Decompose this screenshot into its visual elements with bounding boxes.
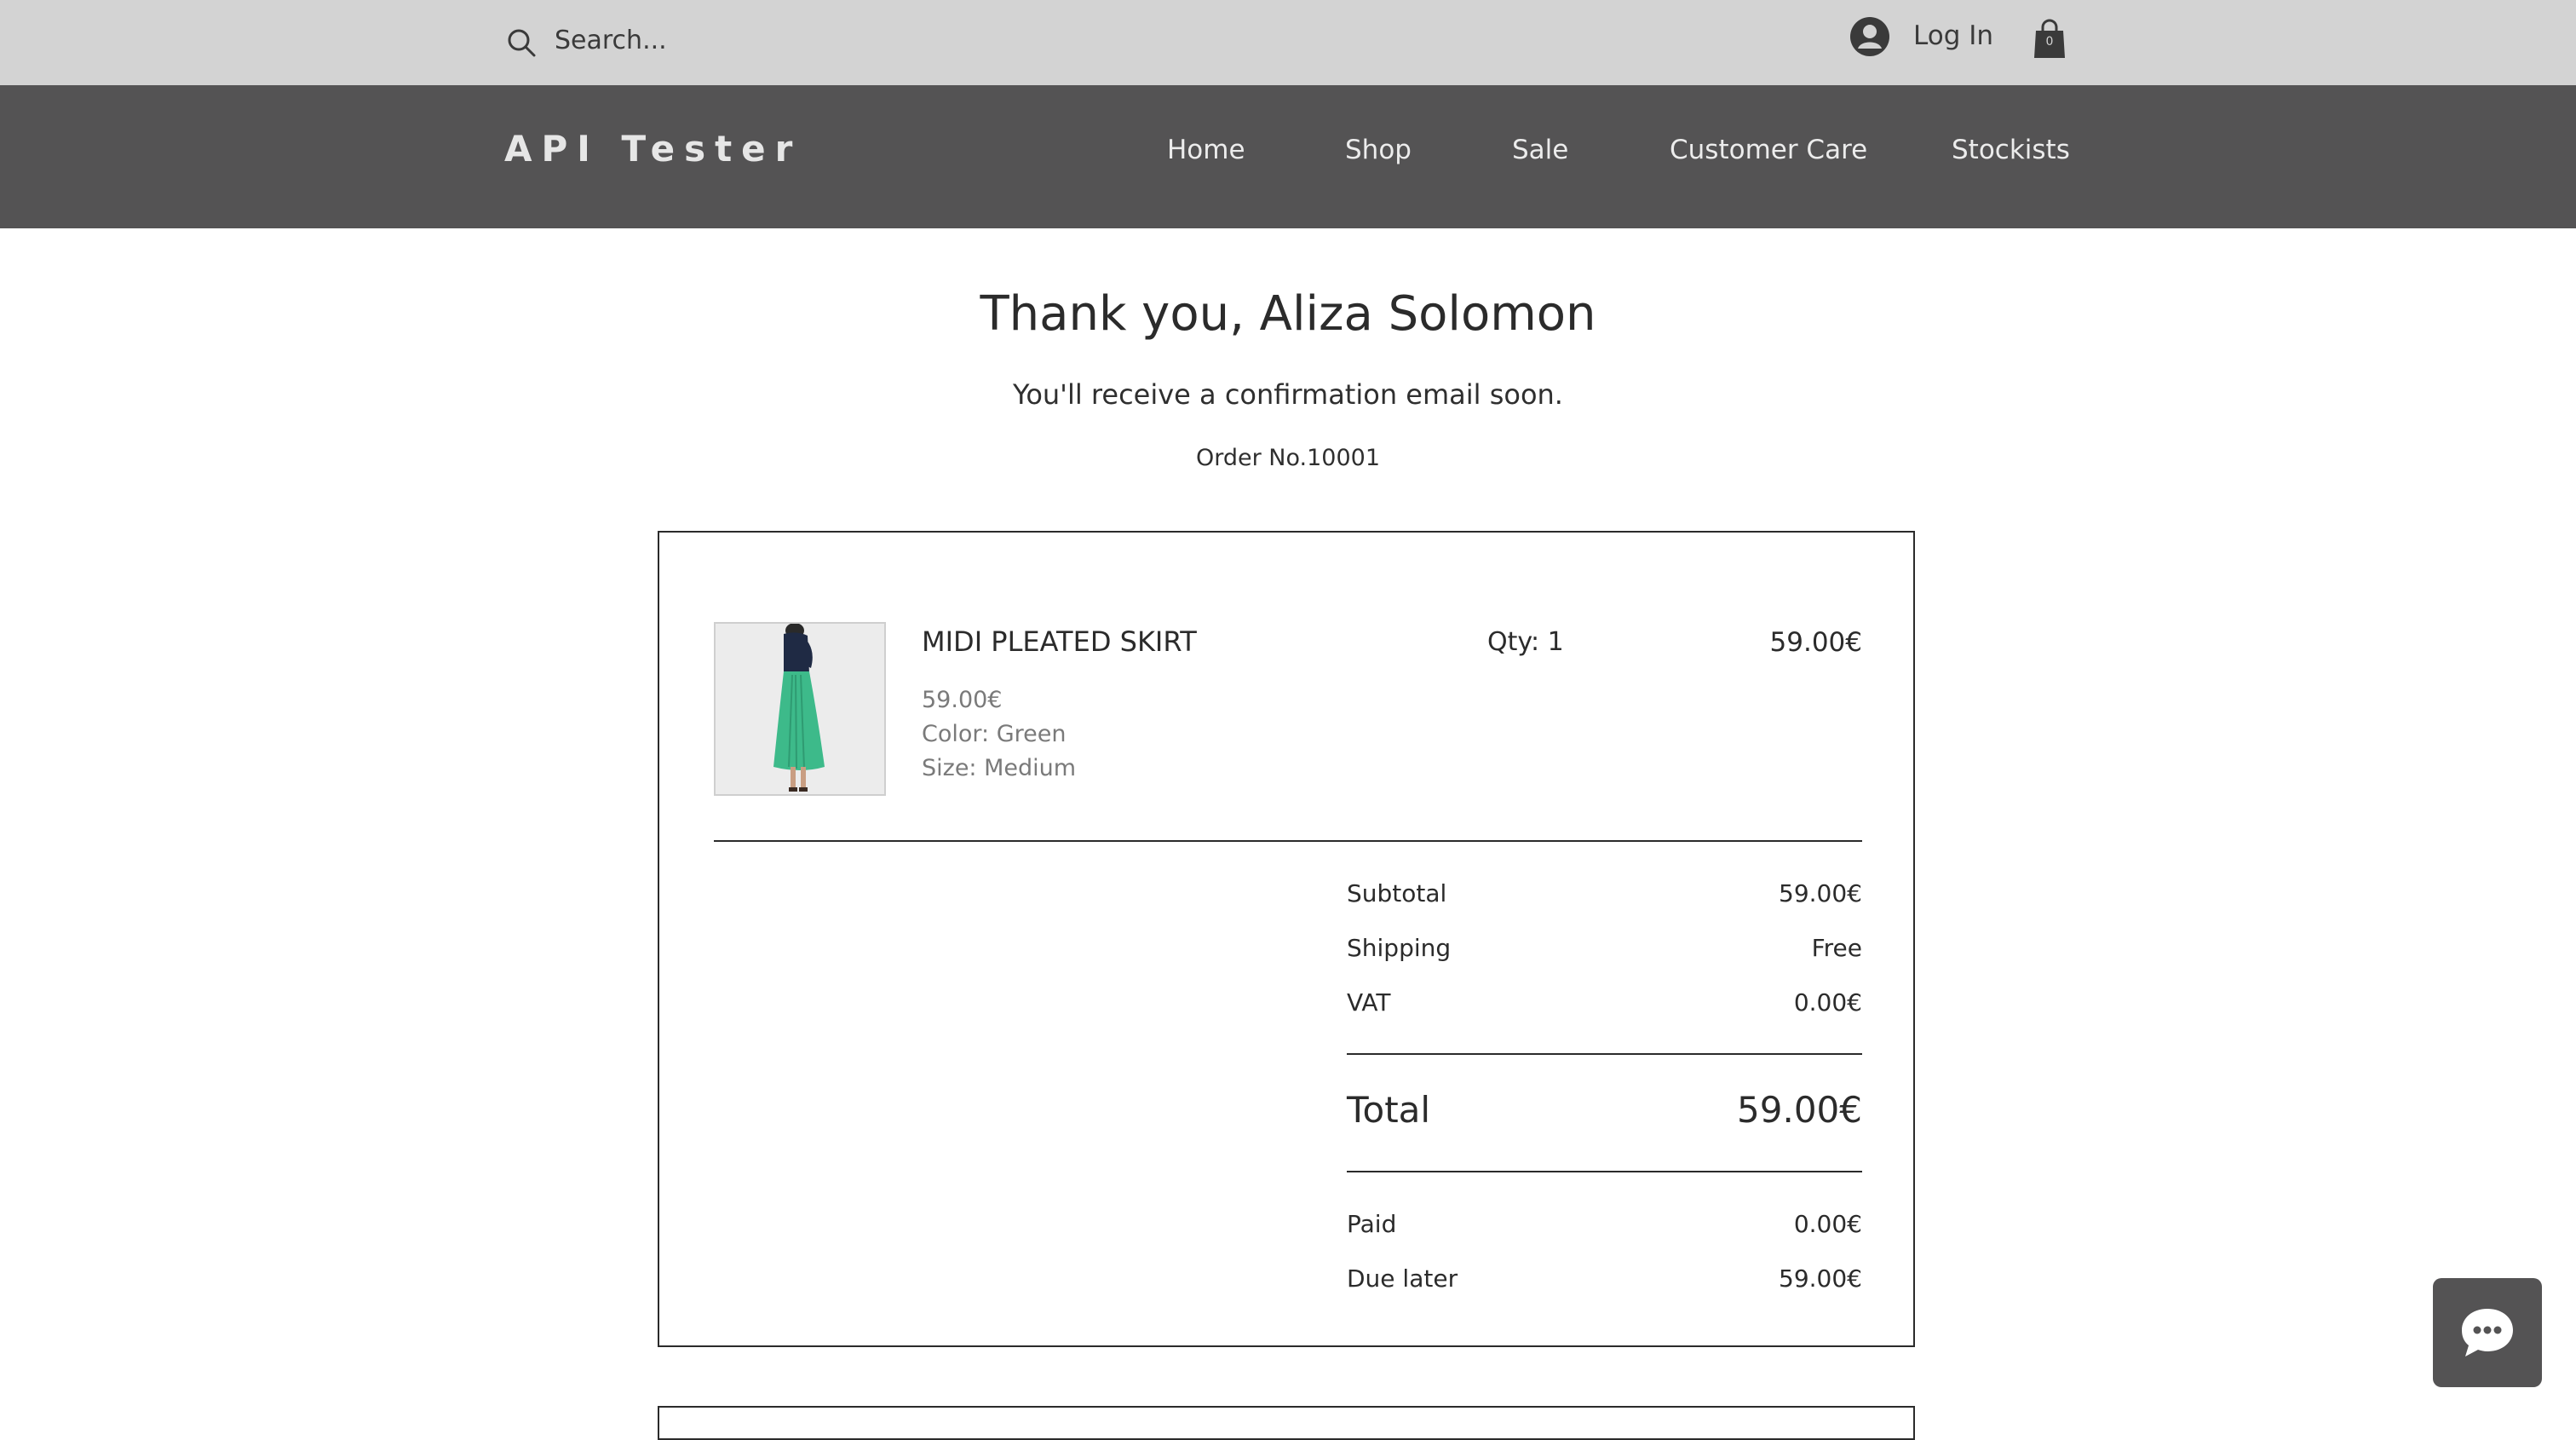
search-input[interactable]: Search... xyxy=(555,26,667,55)
avatar-icon[interactable] xyxy=(1850,17,1889,56)
due-later-value: 59.00€ xyxy=(1779,1264,1862,1293)
login-link[interactable]: Log In xyxy=(1913,20,1993,51)
item-divider xyxy=(714,840,1862,842)
vat-value: 0.00€ xyxy=(1793,988,1862,1017)
skirt-product-image xyxy=(716,624,884,794)
shipping-value: Free xyxy=(1811,934,1862,962)
nav-item-shop[interactable]: Shop xyxy=(1345,135,1412,165)
product-quantity: Qty: 1 xyxy=(1487,627,1564,657)
next-section-card xyxy=(658,1406,1915,1440)
paid-label: Paid xyxy=(1347,1210,1397,1238)
total-value: 59.00€ xyxy=(1737,1089,1862,1131)
cart-count-badge: 0 xyxy=(2045,35,2054,49)
site-logo[interactable]: API Tester xyxy=(504,128,802,170)
line-total: 59.00€ xyxy=(1769,627,1862,658)
order-number: Order No.10001 xyxy=(1195,445,1381,471)
subtotal-label: Subtotal xyxy=(1347,879,1447,907)
thank-you-title: Thank you, Aliza Solomon xyxy=(980,286,1596,342)
product-thumbnail[interactable] xyxy=(714,622,886,796)
product-unit-price: 59.00€ xyxy=(922,687,1003,713)
main-nav-bar xyxy=(0,85,2576,228)
chat-widget-button[interactable] xyxy=(2433,1278,2542,1387)
product-name[interactable]: MIDI PLEATED SKIRT xyxy=(922,625,1197,658)
nav-item-stockists[interactable]: Stockists xyxy=(1952,135,2070,165)
product-size: Size: Medium xyxy=(922,755,1077,781)
search-icon[interactable] xyxy=(506,27,537,58)
paid-value: 0.00€ xyxy=(1793,1210,1862,1238)
total-divider-top xyxy=(1347,1053,1862,1055)
vat-label: VAT xyxy=(1347,988,1391,1017)
shipping-label: Shipping xyxy=(1347,934,1452,962)
confirmation-message: You'll receive a confirmation email soon… xyxy=(1013,378,1563,411)
chat-bubble-icon xyxy=(2462,1309,2513,1356)
total-divider-bottom xyxy=(1347,1171,1862,1172)
product-color: Color: Green xyxy=(922,721,1067,747)
total-label: Total xyxy=(1347,1089,1431,1131)
subtotal-value: 59.00€ xyxy=(1779,879,1862,907)
top-utility-bar xyxy=(0,0,2576,85)
nav-item-sale[interactable]: Sale xyxy=(1512,135,1568,165)
nav-item-home[interactable]: Home xyxy=(1167,135,1245,165)
due-later-label: Due later xyxy=(1347,1264,1458,1293)
nav-item-customer-care[interactable]: Customer Care xyxy=(1670,135,1867,165)
